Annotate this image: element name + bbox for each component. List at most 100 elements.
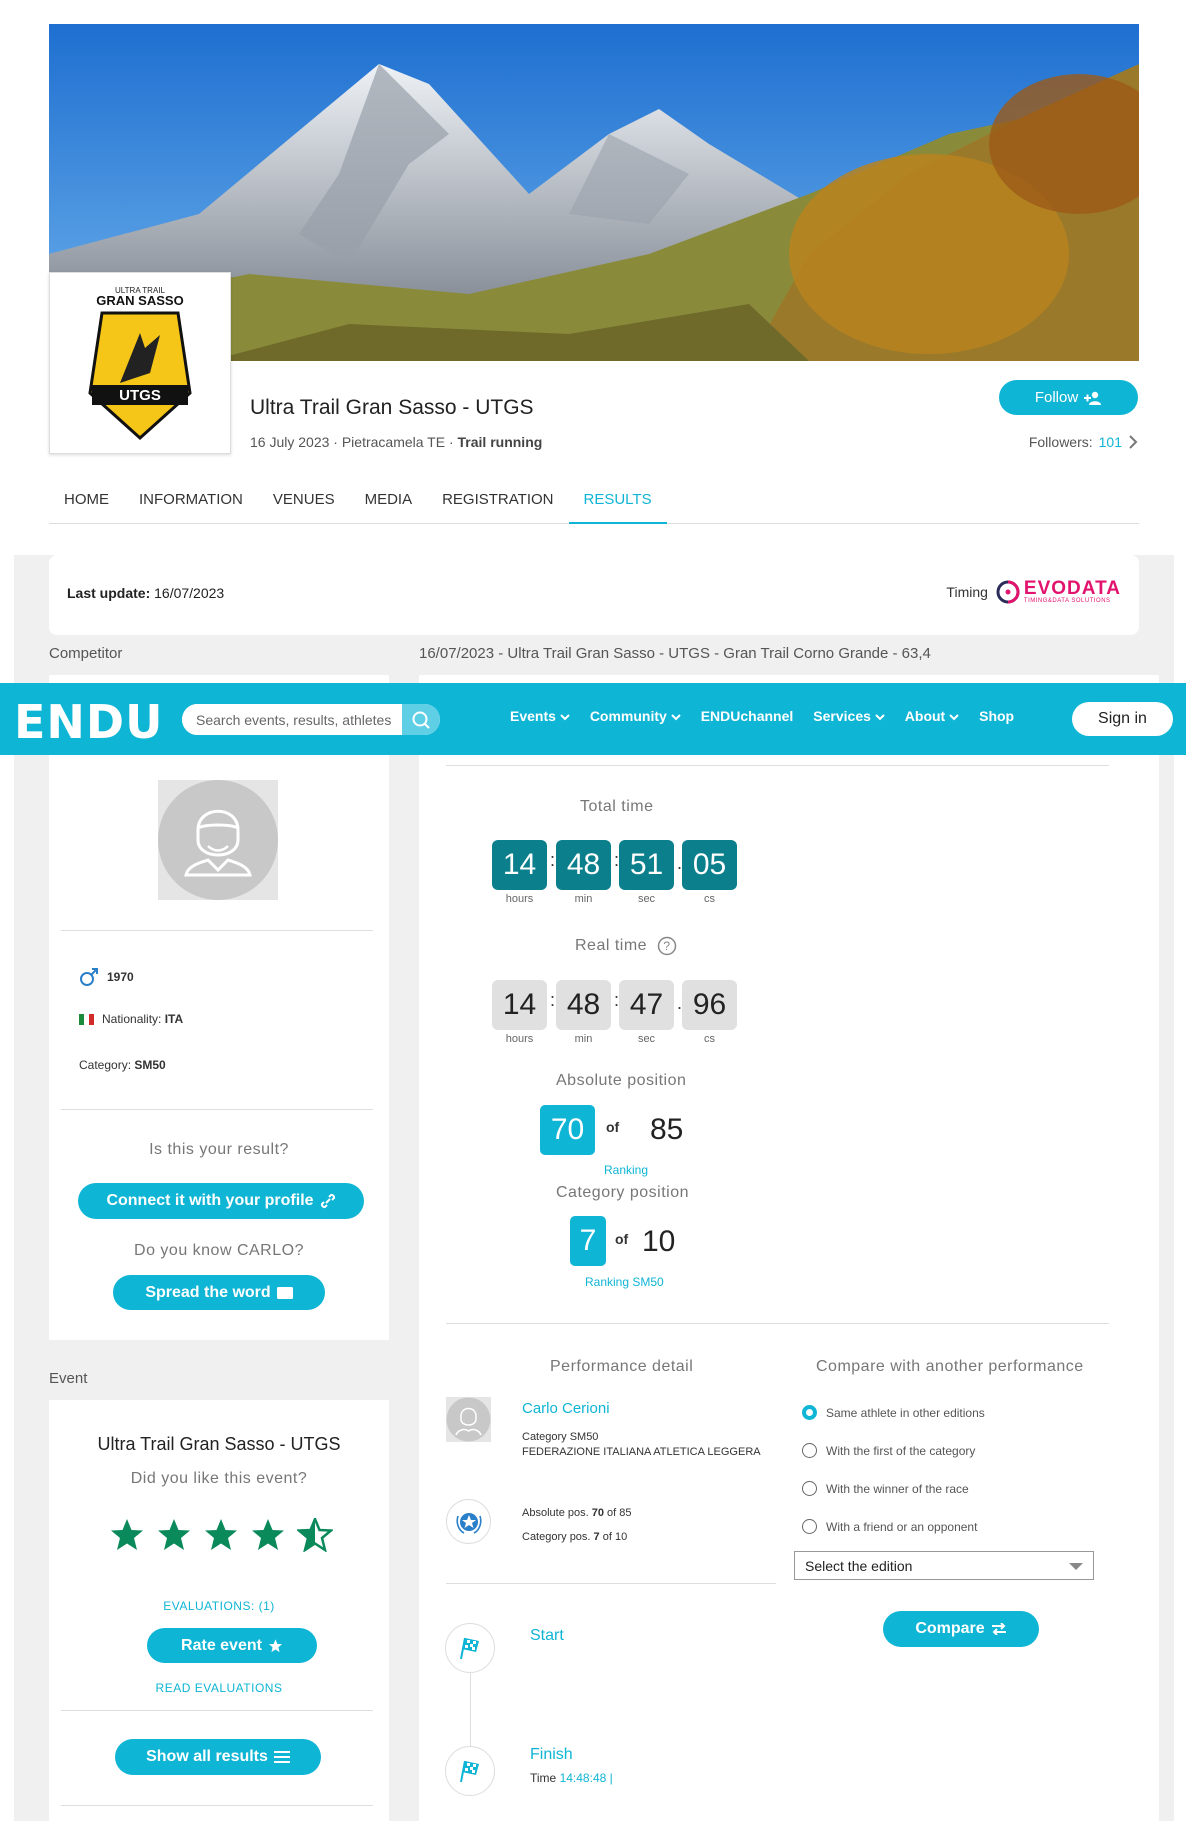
- start-stage[interactable]: Start: [530, 1627, 564, 1645]
- connect-label: Connect it with your profile: [106, 1192, 314, 1209]
- event-logo: ULTRA TRAIL GRAN SASSO UTGS: [49, 272, 231, 454]
- compare-option-label: With the first of the category: [826, 1443, 976, 1458]
- performance-absolute: Absolute pos. 70 of 85: [522, 1507, 632, 1519]
- finish-stage[interactable]: Finish: [530, 1746, 573, 1764]
- event-discipline: Trail running: [457, 434, 543, 450]
- show-all-results-button[interactable]: Show all results: [115, 1739, 321, 1775]
- unit-min: min: [574, 893, 593, 905]
- last-update: Last update: 16/07/2023: [67, 585, 224, 601]
- compare-option-label: With a friend or an opponent: [826, 1519, 978, 1534]
- tab-results[interactable]: RESULTS: [568, 475, 667, 524]
- event-label: Event: [49, 1370, 88, 1387]
- menu-enduchannel[interactable]: ENDUchannel: [701, 708, 794, 724]
- performance-detail-title: Performance detail: [550, 1358, 694, 1375]
- menu-shop[interactable]: Shop: [979, 708, 1014, 724]
- endu-header: ENDU Events Community ENDUchannel Servic…: [0, 683, 1186, 755]
- nationality-row: Nationality: ITA: [79, 1012, 183, 1026]
- svg-text:?: ?: [663, 939, 670, 953]
- tab-information[interactable]: INFORMATION: [124, 475, 258, 524]
- follow-label: Follow: [1034, 389, 1079, 406]
- list-icon: [273, 1751, 290, 1763]
- performance-avatar: [446, 1397, 491, 1442]
- compare-option-winner[interactable]: With the winner of the race: [802, 1481, 969, 1496]
- ranking-category-link[interactable]: Ranking SM50: [585, 1275, 664, 1289]
- star-icon: [158, 1519, 190, 1550]
- search-input[interactable]: [182, 704, 402, 735]
- finish-time-label: Time: [530, 1771, 557, 1785]
- unit-sec: sec: [637, 893, 656, 905]
- total-time-label: Total time: [580, 798, 654, 815]
- competitor-label: Competitor: [49, 645, 123, 662]
- compare-option-friend[interactable]: With a friend or an opponent: [802, 1519, 977, 1534]
- main-menu: Events Community ENDUchannel Services Ab…: [510, 708, 1014, 724]
- real-cs: 96: [682, 980, 737, 1030]
- rate-event-button[interactable]: Rate event: [147, 1628, 317, 1663]
- connect-profile-button[interactable]: Connect it with your profile: [78, 1183, 364, 1219]
- menu-label: Community: [589, 708, 667, 724]
- timing-label: Timing: [946, 583, 988, 600]
- checkered-flag-icon: [460, 1760, 479, 1783]
- federation: FEDERAZIONE ITALIANA ATLETICA LEGGERA: [522, 1446, 761, 1458]
- user-placeholder-icon: [158, 780, 278, 900]
- divider: [61, 1109, 373, 1110]
- sign-in-button[interactable]: Sign in: [1072, 702, 1173, 736]
- absolute-total: 85: [650, 1113, 684, 1146]
- user-placeholder-icon: [446, 1397, 491, 1442]
- results-card: Total time 14 : 48 : 51 . 05 hours min s…: [419, 675, 1159, 1821]
- read-evaluations-link[interactable]: READ EVALUATIONS: [49, 1681, 389, 1695]
- spread-word-button[interactable]: Spread the word: [113, 1275, 325, 1310]
- real-time-label: Real time: [575, 937, 648, 954]
- tab-registration[interactable]: REGISTRATION: [427, 475, 568, 524]
- compare-option-label: Same athlete in other editions: [826, 1405, 985, 1420]
- compare-label: Compare: [915, 1620, 985, 1637]
- category-label: Category:: [79, 1058, 132, 1072]
- divider: [446, 1323, 1109, 1324]
- performance-category: Category SM50: [522, 1431, 599, 1443]
- divider: [446, 1583, 776, 1584]
- endu-logo[interactable]: ENDU: [14, 695, 163, 749]
- star-rating: [109, 1518, 333, 1552]
- abs-prefix: Absolute pos.: [522, 1507, 589, 1519]
- chevron-down-icon: [875, 714, 885, 721]
- compare-button[interactable]: Compare: [883, 1611, 1039, 1647]
- menu-events[interactable]: Events: [510, 708, 570, 724]
- compare-option-same-athlete[interactable]: Same athlete in other editions: [802, 1405, 985, 1420]
- menu-about[interactable]: About: [905, 708, 959, 724]
- search-bar: [182, 704, 440, 735]
- birth-year: 1970: [107, 970, 134, 984]
- male-icon: [80, 968, 98, 986]
- divider: [446, 765, 1109, 766]
- compare-option-label: With the winner of the race: [826, 1481, 969, 1496]
- menu-community[interactable]: Community: [590, 708, 681, 724]
- divider: [61, 1805, 373, 1806]
- help-icon[interactable]: ?: [657, 936, 677, 956]
- like-question: Did you like this event?: [130, 1470, 308, 1487]
- page: ULTRA TRAIL GRAN SASSO UTGS Ultra Trail …: [14, 0, 1174, 1821]
- absolute-position: 70: [540, 1105, 595, 1155]
- edition-select[interactable]: Select the edition: [794, 1551, 1094, 1580]
- real-time-header: Real time ?: [575, 936, 677, 956]
- real-min: 48: [556, 980, 611, 1030]
- athlete-name-link[interactable]: Carlo Cerioni: [522, 1400, 610, 1417]
- tab-media[interactable]: MEDIA: [350, 475, 428, 524]
- unit-cs: cs: [704, 893, 715, 905]
- evaluations-count[interactable]: EVALUATIONS: (1): [49, 1599, 389, 1613]
- event-title: Ultra Trail Gran Sasso - UTGS: [250, 396, 534, 419]
- mail-icon: [276, 1286, 293, 1299]
- finish-time-value: 14:48:48 |: [559, 1771, 613, 1785]
- ranking-link[interactable]: Ranking: [604, 1163, 648, 1177]
- tab-home[interactable]: HOME: [49, 475, 124, 524]
- followers[interactable]: Followers: 101: [1029, 434, 1138, 450]
- menu-label: About: [904, 708, 946, 724]
- search-button[interactable]: [402, 704, 440, 735]
- race-label: 16/07/2023 - Ultra Trail Gran Sasso - UT…: [419, 645, 931, 662]
- tab-venues[interactable]: VENUES: [258, 475, 350, 524]
- half-star-icon: [297, 1518, 333, 1552]
- menu-services[interactable]: Services: [813, 708, 885, 724]
- evodata-logo[interactable]: EVODATA TIMING&DATA SOLUTIONS: [996, 579, 1121, 604]
- compare-option-first-category[interactable]: With the first of the category: [802, 1443, 975, 1458]
- divider: [61, 1710, 373, 1711]
- follow-button[interactable]: Follow: [999, 380, 1138, 415]
- star-icon: [252, 1519, 284, 1550]
- star-icon: [268, 1638, 283, 1652]
